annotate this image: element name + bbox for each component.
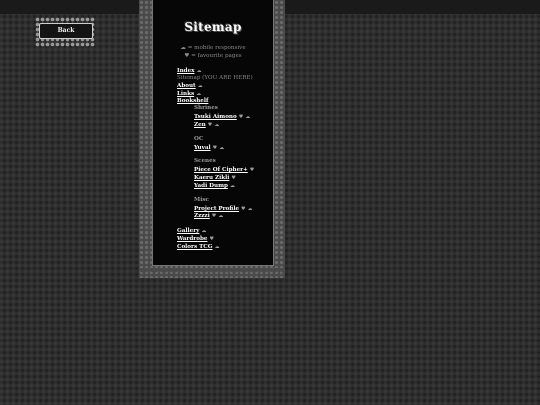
list-item-shrine[interactable]: Zen ♥ ☁ [194,122,219,128]
heart-icon: ♥ [211,213,217,219]
nav-item-about[interactable]: About ☁ [177,83,203,89]
zen-link[interactable]: Zen [194,122,206,128]
section-label-misc: Misc [194,197,209,203]
wardrobe-link[interactable]: Wardrobe [177,236,207,242]
legend-responsive: ☁ = mobile responsive [153,45,273,51]
heart-icon: ♥ [238,114,244,120]
heart-icon: ♥ [209,236,214,242]
list-item-misc[interactable]: Project Profile ♥ ☁ [194,206,253,212]
cloud-icon: ☁ [197,83,203,89]
section-label-shrines: Shrines [194,105,218,111]
cloud-icon: ☁ [214,244,220,250]
gallery-link[interactable]: Gallery [177,228,199,234]
section-label-oc: OC [194,136,204,142]
tsuki-aimono-link[interactable]: Tsuki Aimono [194,114,237,120]
cloud-icon: ☁ [247,206,253,212]
cloud-icon: ☁ [196,91,202,97]
nav-item-index[interactable]: Index ☁ [177,68,202,74]
legend-favorite: ♥ = favourite pages [153,53,273,59]
nav-item-wardrobe[interactable]: Wardrobe ♥ [177,236,214,242]
list-item-scene[interactable]: Piece Of Cipher+ ♥ [194,167,254,173]
heart-icon: ♥ [184,53,190,59]
section-label-scenes: Scenes [194,158,216,164]
cloud-icon: ☁ [229,183,235,189]
nav-item-links[interactable]: Links ☁ [177,91,201,97]
links-link[interactable]: Links [177,91,194,97]
kaeru-zikli-link[interactable]: Kaeru Zikli [194,175,229,181]
about-link[interactable]: About [177,83,196,89]
cloud-icon: ☁ [214,122,220,128]
cloud-icon: ☁ [196,68,202,74]
piece-of-cipher-link[interactable]: Piece Of Cipher+ [194,167,248,173]
heart-icon: ♥ [241,206,246,212]
cloud-icon: ☁ [245,114,251,120]
cloud-icon: ☁ [219,145,225,151]
cloud-icon: ☁ [201,228,207,234]
cloud-icon: ☁ [218,213,224,219]
nav-item-bookshelf[interactable]: Bookshelf [177,98,208,104]
list-item-shrine[interactable]: Tsuki Aimono ♥ ☁ [194,114,250,120]
nav-item-colors[interactable]: Colors TCG ☁ [177,244,219,250]
heart-icon: ♥ [249,167,255,173]
nav-item-gallery[interactable]: Gallery ☁ [177,228,206,234]
list-item-misc[interactable]: Zzzzi ♥ ☁ [194,213,223,219]
legend-responsive-text: = mobile responsive [187,45,246,51]
list-item-scene[interactable]: Kaeru Zikli ♥ [194,175,236,181]
yuval-link[interactable]: Yuval [194,145,211,151]
colors-tcg-link[interactable]: Colors TCG [177,244,212,250]
index-link[interactable]: Index [177,68,195,74]
bookshelf-link[interactable]: Bookshelf [177,98,208,104]
sitemap-panel: Sitemap ☁ = mobile responsive ♥ = favour… [152,0,274,266]
legend-favorite-text: = favourite pages [191,53,242,59]
heart-icon: ♥ [212,145,218,151]
back-button-wrapper[interactable]: Back [35,17,95,47]
heart-icon: ♥ [207,122,213,128]
back-button[interactable]: Back [39,23,93,39]
heart-icon: ♥ [231,175,236,181]
yadi-dump-link[interactable]: Yadi Dump [194,183,228,189]
project-profile-link[interactable]: Project Profile [194,206,239,212]
cloud-icon: ☁ [180,45,186,51]
sitemap-current: Sitemap (YOU ARE HERE) [177,75,253,81]
list-item-scene[interactable]: Yadi Dump ☁ [194,183,235,189]
page-title: Sitemap [184,20,242,34]
list-item-oc[interactable]: Yuval ♥ ☁ [194,145,224,151]
zzzzi-link[interactable]: Zzzzi [194,213,210,219]
lace-frame-bottom-edge [139,268,285,280]
nav-item-sitemap: Sitemap (YOU ARE HERE) [177,75,253,81]
